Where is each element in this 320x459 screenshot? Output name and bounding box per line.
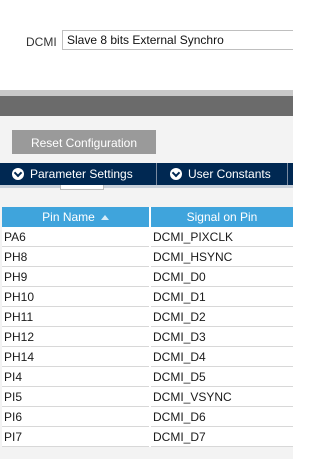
signal-cell[interactable]: DCMI_D2 [149,306,293,327]
table-row[interactable]: PH10 DCMI_D1 [2,286,293,307]
signal-cell[interactable]: DCMI_D4 [149,346,293,367]
table-row[interactable]: PH14 DCMI_D4 [2,346,293,367]
signal-cell[interactable]: DCMI_D5 [149,366,293,387]
tab-user-constants[interactable]: User Constants [158,163,286,185]
tab-separator [156,163,157,185]
table-row[interactable]: PH12 DCMI_D3 [2,326,293,347]
horizontal-scroll-stub[interactable] [60,185,104,190]
table-row[interactable]: PA6 DCMI_PIXCLK [2,227,293,247]
tab-separator [287,163,288,185]
column-header-label: Signal on Pin [186,210,258,224]
signal-cell[interactable]: DCMI_HSYNC [149,246,293,267]
column-header-label: Pin Name [42,210,95,224]
config-tabs: Parameter Settings User Constants [0,163,293,185]
tab-parameter-settings[interactable]: Parameter Settings [0,163,156,185]
signal-cell[interactable]: DCMI_D0 [149,266,293,287]
pin-name-cell[interactable]: PH11 [2,306,150,327]
check-circle-icon [12,168,24,180]
pin-name-cell[interactable]: PA6 [2,227,150,247]
tab-label: User Constants [188,167,271,181]
table-header-row: Pin Name Signal on Pin [2,207,293,227]
reset-configuration-button[interactable]: Reset Configuration [12,130,156,154]
signal-cell[interactable]: DCMI_D6 [149,406,293,427]
table-row[interactable]: PI4 DCMI_D5 [2,366,293,387]
mode-panel-spacer [0,60,293,90]
signal-cell[interactable]: DCMI_D7 [149,426,293,447]
table-row[interactable]: PH9 DCMI_D0 [2,266,293,287]
mode-row: DCMI Slave 8 bits External Synchro [0,26,293,60]
pin-name-cell[interactable]: PI4 [2,366,150,387]
pin-name-cell[interactable]: PH14 [2,346,150,367]
pin-name-cell[interactable]: PH10 [2,286,150,307]
table-row[interactable]: PI7 DCMI_D7 [2,426,293,447]
pin-name-cell[interactable]: PH12 [2,326,150,347]
signal-cell[interactable]: DCMI_D1 [149,286,293,307]
tab-underline [0,185,293,188]
table-row[interactable]: PI5 DCMI_VSYNC [2,386,293,407]
signal-cell[interactable]: DCMI_PIXCLK [149,227,293,247]
column-header-signal-on-pin[interactable]: Signal on Pin [150,207,293,227]
table-row[interactable]: PI6 DCMI_D6 [2,406,293,427]
gpio-table-wrap: Pin Name Signal on Pin PA6 DCMI_PIXCLK PH8… [2,207,293,447]
mode-select[interactable]: Slave 8 bits External Synchro [62,30,293,50]
signal-cell[interactable]: DCMI_VSYNC [149,386,293,407]
pin-name-cell[interactable]: PI6 [2,406,150,427]
tab-label: Parameter Settings [30,167,133,181]
sort-ascending-icon[interactable] [100,215,109,221]
pin-name-cell[interactable]: PI5 [2,386,150,407]
signal-cell[interactable]: DCMI_D3 [149,326,293,347]
table-row[interactable]: PH8 DCMI_HSYNC [2,246,293,267]
pin-name-cell[interactable]: PH9 [2,266,150,287]
gpio-pin-table: Pin Name Signal on Pin PA6 DCMI_PIXCLK PH8… [2,207,293,447]
table-row[interactable]: PH11 DCMI_D2 [2,306,293,327]
top-strip [0,0,293,19]
mode-label: DCMI [26,35,57,49]
column-header-pin-name[interactable]: Pin Name [2,207,151,227]
check-circle-icon [170,168,182,180]
pin-name-cell[interactable]: PI7 [2,426,150,447]
pin-name-cell[interactable]: PH8 [2,246,150,267]
configuration-header-bar [0,96,293,116]
